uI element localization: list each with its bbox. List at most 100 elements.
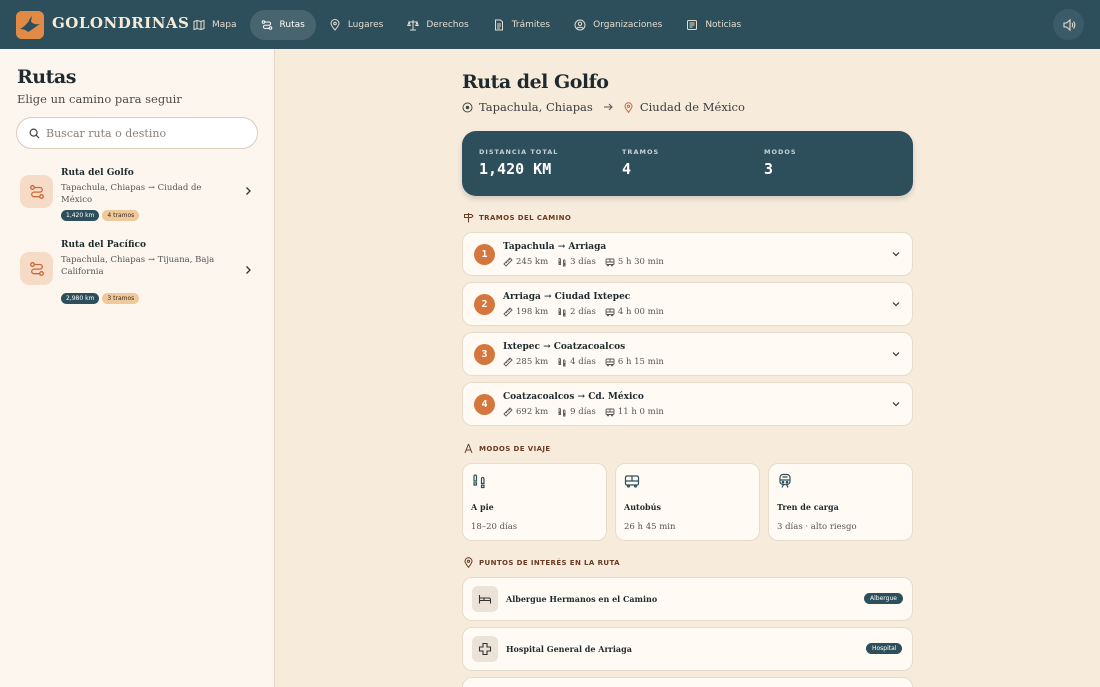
nav-label: Mapa bbox=[212, 20, 237, 30]
stat-modes: MODOS 3 bbox=[764, 148, 797, 178]
bed-icon bbox=[472, 586, 498, 612]
footprints-icon bbox=[558, 357, 566, 367]
mode-card-train[interactable]: Tren de carga 3 días · alto riesgo bbox=[768, 463, 913, 541]
section-label: MODOS DE VIAJE bbox=[479, 444, 551, 453]
distance-tag: 1,420 km bbox=[61, 210, 100, 221]
footprints-icon bbox=[558, 307, 566, 317]
nav-item-derechos[interactable]: Derechos bbox=[396, 10, 479, 40]
segment-title: Ixtepec → Coatzacoalcos bbox=[503, 342, 626, 352]
speaker-icon bbox=[1062, 18, 1075, 31]
route-tags: 2,980 km 3 tramos bbox=[61, 285, 142, 304]
brand-name[interactable]: GOLONDRINAS bbox=[52, 14, 189, 32]
segment-bus-time: 11 h 0 min bbox=[617, 407, 664, 417]
origin-label: Tapachula, Chiapas bbox=[479, 100, 593, 114]
route-name: Ruta del Pacífico bbox=[61, 240, 146, 250]
segment-row[interactable]: 2 Arriaga → Ciudad Ixtepec 198 km 2 días… bbox=[462, 282, 913, 326]
swallow-logo-icon[interactable] bbox=[16, 11, 44, 39]
segment-meta: 692 km 9 días 11 h 0 min bbox=[503, 407, 673, 417]
segment-meta: 245 km 3 días 5 h 30 min bbox=[503, 257, 673, 267]
search-icon bbox=[29, 127, 40, 138]
segment-meta: 198 km 2 días 4 h 00 min bbox=[503, 307, 673, 317]
segment-title: Coatzacoalcos → Cd. México bbox=[503, 392, 644, 402]
chevron-down-icon[interactable] bbox=[891, 300, 901, 308]
footprints-icon bbox=[558, 257, 566, 267]
poi-row-partial[interactable] bbox=[462, 677, 913, 687]
sound-button[interactable] bbox=[1053, 9, 1084, 40]
train-icon bbox=[779, 473, 791, 488]
segment-walk-time: 2 días bbox=[570, 307, 596, 317]
section-label: PUNTOS DE INTERÉS EN LA RUTA bbox=[479, 558, 620, 567]
arrow-right-icon bbox=[603, 103, 613, 111]
segment-number: 4 bbox=[474, 394, 495, 415]
destination-pin-icon bbox=[624, 101, 633, 113]
nav-label: Derechos bbox=[426, 20, 469, 30]
nav-item-lugares[interactable]: Lugares bbox=[318, 10, 395, 40]
segment-row[interactable]: 1 Tapachula → Arriaga 245 km 3 días 5 h … bbox=[462, 232, 913, 276]
segments-heading: TRAMOS DEL CAMINO bbox=[463, 212, 571, 223]
segment-row[interactable]: 4 Coatzacoalcos → Cd. México 692 km 9 dí… bbox=[462, 382, 913, 426]
footprints-icon bbox=[473, 474, 485, 489]
stat-distance: DISTANCIA TOTAL 1,420 KM bbox=[479, 148, 558, 178]
document-icon bbox=[494, 19, 503, 31]
mode-card-walk[interactable]: A pie 18–20 días bbox=[462, 463, 607, 541]
segment-bus-time: 5 h 30 min bbox=[617, 257, 664, 267]
segment-number: 3 bbox=[474, 344, 495, 365]
mode-card-bus[interactable]: Autobús 26 h 45 min bbox=[615, 463, 760, 541]
route-stats-panel: DISTANCIA TOTAL 1,420 KM TRAMOS 4 MODOS … bbox=[462, 131, 913, 196]
chevron-down-icon[interactable] bbox=[891, 250, 901, 258]
mode-value: 18–20 días bbox=[471, 522, 518, 532]
origin-destination: Tapachula, Chiapas Ciudad de México bbox=[462, 100, 745, 114]
poi-row[interactable]: Albergue Hermanos en el Camino Albergue bbox=[462, 577, 913, 621]
bus-icon bbox=[605, 308, 615, 317]
mode-name: A pie bbox=[471, 502, 494, 512]
footprints-icon bbox=[558, 407, 566, 417]
modes-heading: MODOS DE VIAJE bbox=[463, 443, 551, 454]
chevron-right-icon bbox=[246, 266, 251, 274]
section-label: TRAMOS DEL CAMINO bbox=[479, 213, 572, 222]
routes-sidebar: Rutas Elige un camino para seguir Ruta d… bbox=[0, 49, 275, 687]
nav-label: Lugares bbox=[347, 20, 384, 30]
search-box[interactable] bbox=[16, 117, 258, 149]
segment-title: Arriaga → Ciudad Ixtepec bbox=[503, 292, 631, 302]
nav-item-rutas[interactable]: Rutas bbox=[249, 10, 316, 40]
pin-icon bbox=[330, 19, 340, 31]
mode-name: Tren de carga bbox=[777, 502, 839, 512]
segment-walk-time: 4 días bbox=[570, 357, 596, 367]
route-icon bbox=[20, 175, 53, 208]
nav-item-tramites[interactable]: Trámites bbox=[482, 10, 561, 40]
bus-icon bbox=[605, 358, 615, 367]
nav-item-mapa[interactable]: Mapa bbox=[182, 10, 248, 40]
nav-label: Rutas bbox=[279, 20, 305, 30]
route-name: Ruta del Golfo bbox=[61, 168, 134, 178]
segment-bus-time: 6 h 15 min bbox=[617, 357, 664, 367]
segment-row[interactable]: 3 Ixtepec → Coatzacoalcos 285 km 4 días … bbox=[462, 332, 913, 376]
route-path: Tapachula, Chiapas → Tijuana, Baja Calif… bbox=[61, 255, 215, 277]
route-icon bbox=[20, 252, 53, 285]
ruler-icon bbox=[503, 307, 513, 317]
poi-row[interactable]: Hospital General de Arriaga Hospital bbox=[462, 627, 913, 671]
poi-name: Hospital General de Arriaga bbox=[506, 644, 632, 654]
chevron-right-icon bbox=[246, 187, 251, 195]
bus-icon bbox=[605, 258, 615, 267]
poi-heading: PUNTOS DE INTERÉS EN LA RUTA bbox=[463, 557, 620, 568]
stat-segments: TRAMOS 4 bbox=[622, 148, 659, 178]
stat-value: 4 bbox=[622, 160, 632, 178]
top-navigation-bar: GOLONDRINAS Mapa Rutas Lugares Derechos … bbox=[0, 0, 1100, 49]
search-input[interactable] bbox=[46, 126, 236, 140]
nav-item-organizaciones[interactable]: Organizaciones bbox=[563, 10, 673, 40]
ruler-icon bbox=[503, 357, 513, 367]
mode-name: Autobús bbox=[624, 502, 661, 512]
bus-icon bbox=[605, 408, 615, 417]
route-card-pacifico[interactable]: Ruta del Pacífico Tapachula, Chiapas → T… bbox=[14, 240, 260, 304]
segment-bus-time: 4 h 00 min bbox=[617, 307, 664, 317]
chevron-down-icon[interactable] bbox=[891, 400, 901, 408]
chevron-down-icon[interactable] bbox=[891, 350, 901, 358]
route-card-golfo[interactable]: Ruta del Golfo Tapachula, Chiapas → Ciud… bbox=[14, 168, 260, 232]
nav-item-noticias[interactable]: Noticias bbox=[675, 10, 752, 40]
scale-icon bbox=[407, 20, 420, 31]
segment-distance: 245 km bbox=[516, 257, 549, 267]
route-tags: 1,420 km 4 tramos bbox=[61, 202, 142, 221]
main-nav: Mapa Rutas Lugares Derechos Trámites Org… bbox=[182, 10, 754, 40]
segment-title: Tapachula → Arriaga bbox=[503, 242, 607, 252]
segment-distance: 285 km bbox=[516, 357, 549, 367]
